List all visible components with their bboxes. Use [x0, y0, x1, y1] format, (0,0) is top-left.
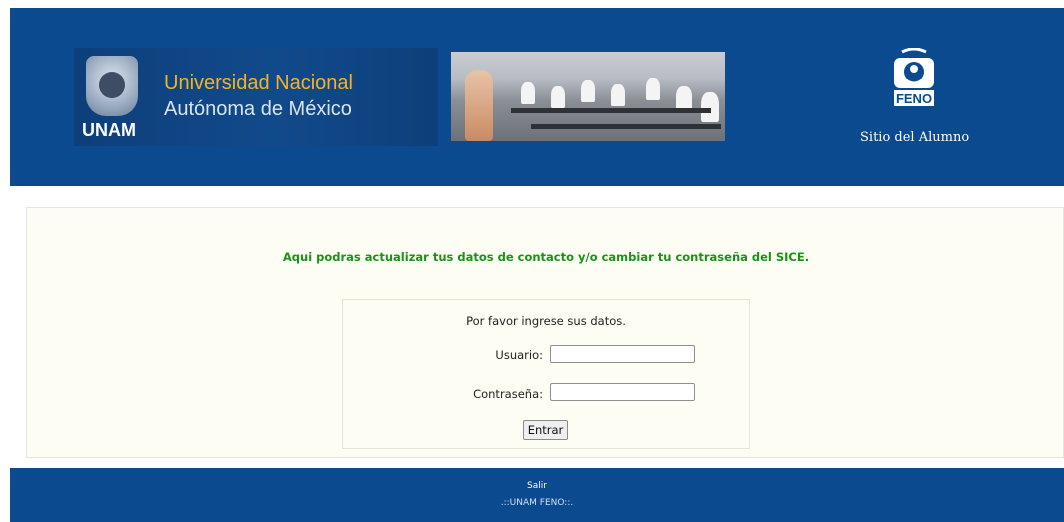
footer-brand: .::UNAM FENO::. [500, 498, 574, 508]
login-form: Por favor ingrese sus datos. Usuario: Co… [342, 299, 750, 449]
unam-seal-icon [86, 56, 138, 116]
salir-link[interactable]: Salir [10, 481, 1064, 491]
student-figure [611, 84, 625, 106]
student-figure [521, 82, 535, 104]
feno-logo-icon: FENO [894, 48, 934, 106]
eagle-icon [99, 72, 125, 98]
usuario-input[interactable] [550, 345, 695, 363]
unam-banner: UNAM Universidad Nacional Autónoma de Mé… [74, 48, 438, 146]
sitio-del-alumno-label: Sitio del Alumno [860, 130, 970, 145]
unam-name-line1: Universidad Nacional [164, 72, 353, 94]
login-prompt: Por favor ingrese sus datos. [466, 314, 626, 328]
classroom-photo [451, 52, 725, 141]
site-footer: Salir .::UNAM FENO::. [10, 468, 1064, 522]
site-header: UNAM Universidad Nacional Autónoma de Mé… [10, 8, 1064, 186]
desk-shape [531, 124, 721, 129]
student-figure [701, 92, 719, 122]
contrasena-input[interactable] [550, 383, 695, 401]
contrasena-label: Contraseña: [473, 387, 543, 401]
unam-acronym: UNAM [82, 120, 136, 140]
student-figure [646, 78, 660, 100]
student-figure [581, 80, 595, 102]
unam-name-line2: Autónoma de México [164, 98, 352, 120]
intro-text: Aqui podras actualizar tus datos de cont… [282, 250, 810, 264]
desk-shape [511, 108, 711, 113]
student-figure [551, 86, 565, 108]
usuario-label: Usuario: [495, 348, 543, 362]
anatomy-model-image [465, 70, 493, 141]
feno-logo-text: FENO [896, 91, 932, 106]
entrar-button[interactable]: Entrar [523, 420, 568, 440]
main-content: Aqui podras actualizar tus datos de cont… [26, 207, 1064, 458]
